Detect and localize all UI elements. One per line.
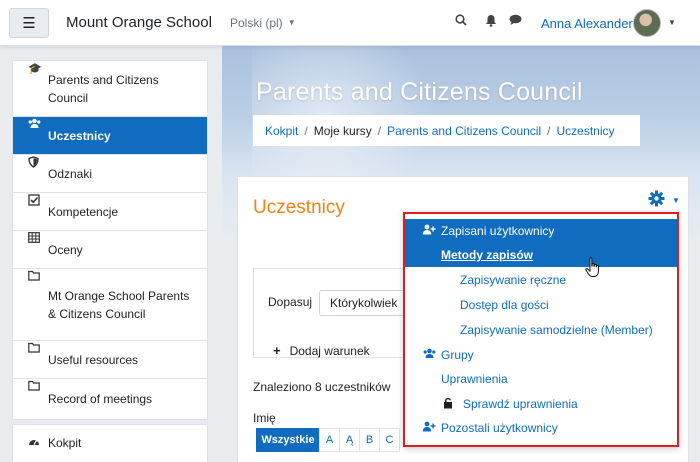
- dashboard-icon: [28, 436, 42, 450]
- sidebar-item-label: Mt Orange School Parents & Citizens Coun…: [48, 288, 190, 321]
- first-name-filter-label: Imię: [253, 411, 276, 425]
- chat-icon[interactable]: [509, 14, 522, 29]
- breadcrumb-item-dashboard[interactable]: Kokpit: [265, 124, 298, 138]
- folder-icon: [28, 380, 42, 394]
- sidebar-item-label: Record of meetings: [48, 392, 153, 406]
- match-label: Dopasuj: [268, 295, 313, 309]
- chevron-down-icon: ▼: [287, 18, 296, 27]
- user-plus-icon: [422, 421, 436, 435]
- menu-item-label: Zapisywanie samodzielne (Member): [460, 323, 653, 337]
- menu-item-other-users[interactable]: Pozostali użytkownicy: [405, 416, 677, 440]
- search-icon[interactable]: [455, 14, 467, 29]
- breadcrumb-item-participants[interactable]: Uczestnicy: [556, 124, 614, 138]
- users-icon: [422, 348, 436, 362]
- initial-button[interactable]: C: [379, 428, 400, 452]
- page-title: Parents and Citizens Council: [256, 78, 583, 106]
- language-label: Polski (pl): [230, 16, 283, 30]
- menu-item-label: Grupy: [441, 348, 474, 362]
- sidebar-item-useful-resources[interactable]: Useful resources: [13, 341, 207, 379]
- sidebar-item-label: Odznaki: [48, 166, 93, 181]
- menu-item-label: Dostęp dla gości: [460, 298, 549, 312]
- gear-icon[interactable]: [648, 190, 665, 212]
- site-name[interactable]: Mount Orange School: [66, 14, 212, 31]
- menu-item-label: Sprawdź uprawnienia: [463, 397, 578, 411]
- plus-icon: +: [273, 343, 281, 358]
- sidebar-item-label: Kompetencje: [48, 204, 119, 219]
- menu-item-groups[interactable]: Grupy: [405, 343, 677, 367]
- section-title: Uczestnicy: [253, 197, 345, 218]
- breadcrumb-item-my-courses: Moje kursy: [313, 123, 372, 138]
- participants-actions-menu: Zapisani użytkownicy Metody zapisów Zapi…: [403, 212, 679, 447]
- shield-icon: [28, 156, 42, 171]
- graduation-cap-icon: 🎓: [28, 63, 42, 75]
- menu-item-guest-access[interactable]: Dostęp dla gości: [405, 293, 677, 317]
- menu-item-label: Metody zapisów: [441, 248, 534, 262]
- sidebar-item-competencies[interactable]: Kompetencje: [13, 193, 207, 231]
- menu-item-self-enrolment[interactable]: Zapisywanie samodzielne (Member): [405, 318, 677, 342]
- site-navigation-drawer: Kokpit: [12, 424, 208, 462]
- sidebar-item-label: Oceny: [48, 242, 83, 257]
- table-icon: [28, 232, 42, 246]
- sidebar-item-participants[interactable]: Uczestnicy: [13, 117, 207, 155]
- checkbox-icon: [28, 194, 42, 209]
- users-icon: [28, 118, 42, 132]
- user-menu-name[interactable]: Anna Alexander: [541, 16, 633, 31]
- sidebar-item-record-of-meetings[interactable]: Record of meetings: [13, 379, 207, 419]
- initial-all-button[interactable]: Wszystkie: [256, 428, 320, 452]
- menu-item-enrolment-methods[interactable]: Metody zapisów: [405, 243, 677, 267]
- menu-item-manual-enrolment[interactable]: Zapisywanie ręczne: [405, 268, 677, 292]
- sidebar-item-badges[interactable]: Odznaki: [13, 155, 207, 193]
- add-condition-label: Dodaj warunek: [289, 344, 370, 358]
- lock-icon: [441, 397, 455, 412]
- sidebar-item-label: Useful resources: [48, 352, 139, 367]
- sidebar-item-grades[interactable]: Oceny: [13, 231, 207, 269]
- menu-item-enrolled-users[interactable]: Zapisani użytkownicy: [405, 219, 677, 243]
- breadcrumb-separator: /: [547, 123, 551, 138]
- participants-count: Znaleziono 8 uczestników: [253, 380, 391, 394]
- add-condition-button[interactable]: + Dodaj warunek: [273, 343, 370, 358]
- user-plus-icon: [422, 224, 436, 238]
- avatar[interactable]: [633, 9, 661, 37]
- navbar: ☰ Mount Orange School Polski (pl) ▼ Anna …: [0, 0, 700, 46]
- sidebar-item-label: Kokpit: [48, 436, 82, 450]
- menu-item-label: Zapisani użytkownicy: [441, 224, 555, 238]
- sidebar-item-course[interactable]: 🎓 Parents and Citizens Council: [13, 61, 207, 117]
- initial-button[interactable]: B: [359, 428, 380, 452]
- menu-item-label: Pozostali użytkownicy: [441, 421, 558, 435]
- hamburger-icon[interactable]: ☰: [9, 8, 49, 38]
- menu-item-check-permissions[interactable]: Sprawdź uprawnienia: [405, 392, 677, 416]
- folder-icon: [28, 270, 42, 284]
- menu-item-label: Zapisywanie ręczne: [460, 273, 567, 287]
- sidebar-item-label: Uczestnicy: [48, 128, 111, 143]
- sidebar-item-dashboard[interactable]: Kokpit: [13, 425, 207, 461]
- breadcrumb-item-course[interactable]: Parents and Citizens Council: [387, 124, 541, 138]
- bell-icon[interactable]: [485, 14, 497, 30]
- course-navigation-drawer: 🎓 Parents and Citizens Council Uczestnic…: [12, 60, 208, 420]
- breadcrumb-separator: /: [304, 123, 308, 138]
- breadcrumb: Kokpit / Moje kursy / Parents and Citize…: [253, 115, 640, 146]
- initials-bar: Wszystkie A Ą B C: [256, 428, 400, 452]
- chevron-down-icon[interactable]: ▼: [668, 18, 676, 27]
- breadcrumb-separator: /: [377, 123, 382, 138]
- sidebar-item-section-council[interactable]: Mt Orange School Parents & Citizens Coun…: [13, 269, 207, 341]
- menu-item-label: Uprawnienia: [441, 372, 508, 386]
- menu-item-permissions[interactable]: Uprawnienia: [405, 367, 677, 391]
- chevron-down-icon[interactable]: ▼: [672, 196, 680, 205]
- hand-pointer-icon: [585, 257, 601, 284]
- language-menu[interactable]: Polski (pl) ▼: [230, 16, 296, 30]
- folder-icon: [28, 342, 42, 356]
- sidebar-item-label: Parents and Citizens Council: [48, 72, 159, 105]
- initial-button[interactable]: Ą: [339, 428, 360, 452]
- initial-button[interactable]: A: [319, 428, 340, 452]
- match-select[interactable]: Którykolwiek: [319, 290, 413, 316]
